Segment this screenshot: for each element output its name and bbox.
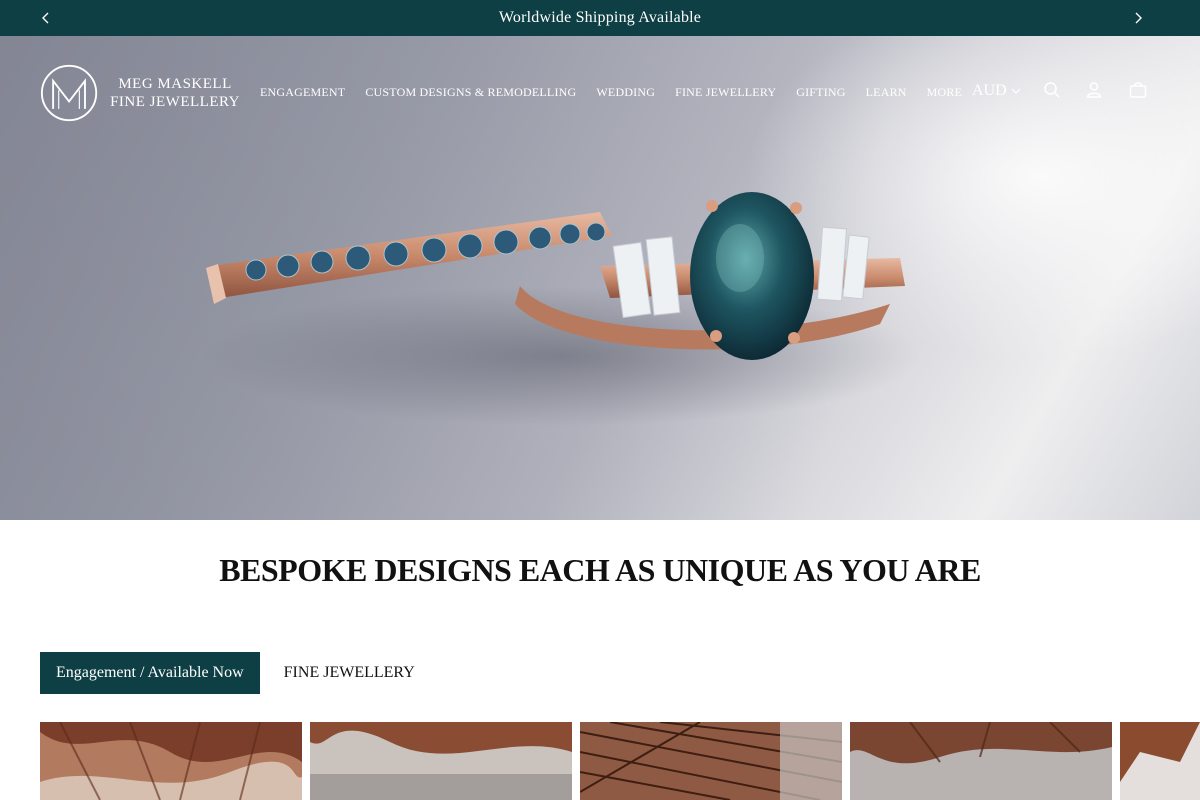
brand-logo[interactable]: MEG MASKELL FINE JEWELLERY: [40, 62, 240, 124]
product-card[interactable]: [850, 722, 1112, 800]
nav-item-more[interactable]: MORE: [927, 85, 962, 100]
chevron-left-icon: [42, 12, 49, 24]
product-card[interactable]: [1120, 722, 1200, 800]
nav-item-fine-jewellery[interactable]: FINE JEWELLERY: [675, 85, 776, 100]
nav-item-wedding[interactable]: WEDDING: [596, 85, 655, 100]
chevron-down-icon: [1011, 88, 1021, 94]
main-nav: ENGAGEMENT CUSTOM DESIGNS & REMODELLING …: [260, 85, 962, 100]
product-card[interactable]: [580, 722, 842, 800]
site-header: MEG MASKELL FINE JEWELLERY ENGAGEMENT CU…: [0, 36, 1200, 150]
nav-item-learn[interactable]: LEARN: [866, 85, 907, 100]
chevron-right-icon: [1135, 12, 1142, 24]
tab-fine-jewellery[interactable]: FINE JEWELLERY: [260, 652, 431, 694]
account-button[interactable]: [1084, 80, 1104, 100]
product-card[interactable]: [40, 722, 302, 800]
currency-selector[interactable]: AUD: [972, 82, 1021, 100]
logo-line-1: MEG MASKELL: [118, 76, 232, 92]
logo-monogram-icon: [40, 64, 98, 122]
product-carousel: [40, 722, 1200, 800]
product-card[interactable]: [310, 722, 572, 800]
product-image: [580, 722, 842, 800]
section-title: BESPOKE DESIGNS EACH AS UNIQUE AS YOU AR…: [219, 552, 981, 588]
product-image: [850, 722, 1112, 800]
announcement-prev-button[interactable]: [34, 6, 58, 30]
product-image: [1120, 722, 1200, 800]
nav-item-gifting[interactable]: GIFTING: [796, 85, 845, 100]
cart-icon: [1129, 82, 1147, 98]
currency-label: AUD: [972, 82, 1007, 99]
search-icon: [1044, 82, 1060, 98]
tab-engagement-available-now[interactable]: Engagement / Available Now: [40, 652, 260, 694]
nav-item-engagement[interactable]: ENGAGEMENT: [260, 85, 345, 100]
logo-wordmark: MEG MASKELL FINE JEWELLERY: [110, 75, 240, 111]
cart-button[interactable]: [1128, 80, 1148, 100]
search-button[interactable]: [1042, 80, 1062, 100]
product-image: [310, 722, 572, 800]
announcement-bar: Worldwide Shipping Available: [0, 0, 1200, 36]
announcement-message: Worldwide Shipping Available: [498, 9, 702, 26]
account-icon: [1086, 82, 1102, 98]
announcement-next-button[interactable]: [1126, 6, 1150, 30]
collection-tabs: Engagement / Available Now FINE JEWELLER…: [40, 652, 431, 694]
logo-line-2: FINE JEWELLERY: [110, 94, 240, 110]
product-image: [40, 722, 302, 800]
nav-item-custom-designs[interactable]: CUSTOM DESIGNS & REMODELLING: [365, 85, 576, 100]
